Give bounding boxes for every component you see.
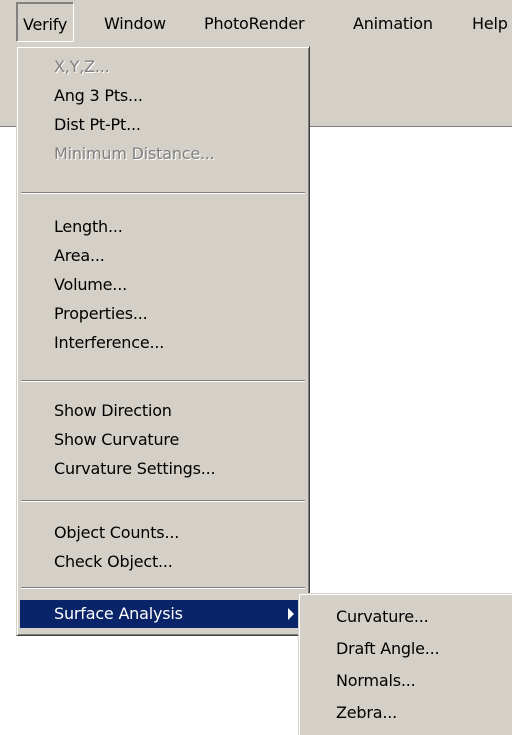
menu-separator: [21, 500, 305, 502]
menu-separator: [21, 380, 305, 382]
menu-item-volume[interactable]: Volume...: [20, 271, 306, 299]
menu-item-object-counts[interactable]: Object Counts...: [20, 519, 306, 547]
menu-item-surface-analysis[interactable]: Surface Analysis: [20, 600, 306, 628]
menu-item-ang-3-pts[interactable]: Ang 3 Pts...: [20, 82, 306, 110]
submenu-arrow-icon: [288, 608, 294, 620]
menu-item-interference[interactable]: Interference...: [20, 329, 306, 357]
surface-analysis-submenu: Curvature... Draft Angle... Normals... Z…: [298, 593, 512, 735]
submenu-item-curvature[interactable]: Curvature...: [302, 603, 512, 631]
menu-verify[interactable]: Verify: [16, 2, 75, 42]
menu-animation[interactable]: Animation: [353, 0, 433, 44]
menu-item-label: Surface Analysis: [54, 604, 183, 623]
menu-window[interactable]: Window: [104, 0, 166, 44]
submenu-item-normals[interactable]: Normals...: [302, 667, 512, 695]
menu-item-xyz: X,Y,Z...: [54, 57, 110, 76]
menu-item-area[interactable]: Area...: [20, 242, 306, 270]
menu-item-show-curvature[interactable]: Show Curvature: [20, 426, 306, 454]
menu-help[interactable]: Help: [472, 0, 508, 44]
menu-separator: [21, 587, 305, 589]
menu-item-properties[interactable]: Properties...: [20, 300, 306, 328]
menu-item-minimum-distance: Minimum Distance...: [54, 144, 215, 163]
submenu-item-zebra[interactable]: Zebra...: [302, 699, 512, 727]
menu-photorender[interactable]: PhotoRender: [204, 0, 305, 44]
menu-item-dist-pt-pt[interactable]: Dist Pt-Pt...: [20, 111, 306, 139]
menu-item-check-object[interactable]: Check Object...: [20, 548, 306, 576]
verify-dropdown-menu: X,Y,Z... Ang 3 Pts... Dist Pt-Pt... Mini…: [16, 46, 310, 636]
menu-item-show-direction[interactable]: Show Direction: [20, 397, 306, 425]
menu-item-length[interactable]: Length...: [20, 213, 306, 241]
menu-item-curvature-settings[interactable]: Curvature Settings...: [20, 455, 306, 483]
submenu-item-draft-angle[interactable]: Draft Angle...: [302, 635, 512, 663]
menu-bar: Verify Window PhotoRender Animation Help: [0, 0, 512, 44]
menu-separator: [21, 192, 305, 194]
